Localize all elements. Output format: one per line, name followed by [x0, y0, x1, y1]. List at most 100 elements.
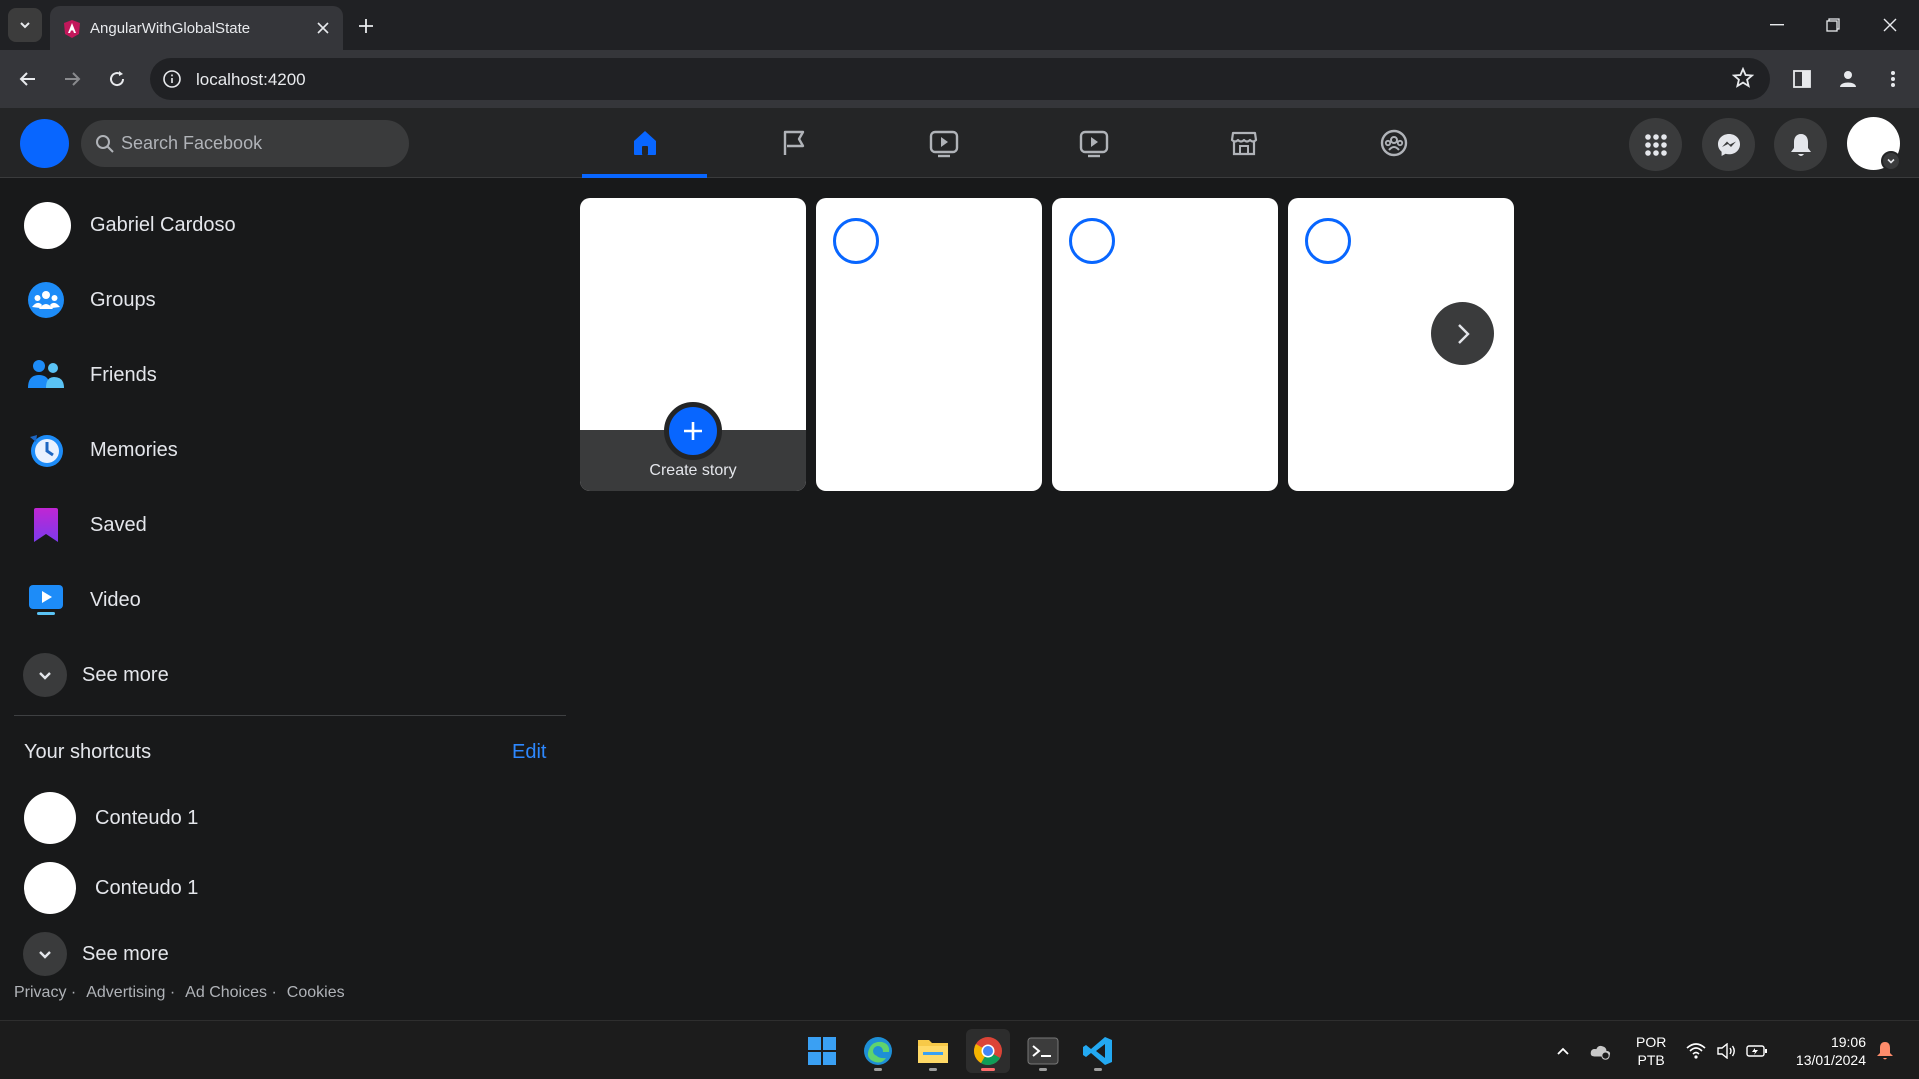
sidebar-item-label: Groups [90, 288, 156, 311]
shortcut-item[interactable]: Conteudo 1 [14, 786, 564, 850]
footer-link-privacy[interactable]: Privacy · [14, 984, 76, 1002]
shortcut-avatar [24, 862, 76, 914]
wifi-icon[interactable] [1685, 1040, 1707, 1062]
bookmark-star-icon[interactable] [1732, 67, 1756, 91]
plus-icon[interactable] [664, 402, 722, 460]
search-box[interactable] [81, 120, 409, 167]
reload-button[interactable] [102, 64, 132, 94]
story-card[interactable] [816, 198, 1042, 491]
home-icon [633, 131, 656, 155]
fb-top-bar [0, 108, 1919, 178]
chevron-down-icon [20, 22, 30, 29]
saved-icon [22, 501, 70, 549]
footer-link-advertising[interactable]: Advertising · [86, 984, 175, 1002]
system-clock[interactable]: 19:06 13/01/2024 [1786, 1033, 1866, 1069]
volume-icon[interactable] [1716, 1040, 1738, 1062]
flag-icon [783, 130, 804, 155]
tab-home[interactable] [582, 108, 707, 178]
browser-tab[interactable]: AngularWithGlobalState [50, 6, 343, 50]
angular-favicon-icon [62, 19, 82, 39]
clock-date: 13/01/2024 [1795, 1052, 1866, 1068]
clock-time: 19:06 [1830, 1034, 1866, 1050]
arrow-right-icon [65, 72, 81, 86]
url-text: localhost:4200 [196, 70, 306, 89]
chevron-down-icon [23, 932, 67, 976]
account-chevron-down-icon[interactable] [1881, 151, 1901, 171]
side-panel-button[interactable] [1787, 64, 1817, 94]
active-tab-indicator [582, 174, 707, 178]
taskbar-file-explorer[interactable] [911, 1029, 955, 1073]
plus-icon [359, 19, 373, 33]
forward-button[interactable] [57, 64, 87, 94]
grid-menu-icon [1644, 133, 1667, 156]
see-more-label: See more [82, 942, 169, 965]
sidebar-item-video[interactable]: Video [14, 568, 564, 632]
reload-icon [110, 71, 125, 87]
address-bar[interactable]: localhost:4200 [150, 58, 1770, 100]
browser-menu-button[interactable] [1878, 64, 1908, 94]
tab-marketplace[interactable] [1181, 108, 1306, 178]
menu-grid-button[interactable] [1629, 118, 1682, 171]
facebook-logo[interactable] [20, 119, 69, 168]
close-tab-icon[interactable] [311, 16, 335, 40]
sidebar-item-label: Video [90, 588, 141, 611]
see-more-label: See more [82, 663, 169, 686]
restore-button[interactable] [1813, 10, 1853, 40]
chevron-down-icon [23, 653, 67, 697]
search-icon [95, 134, 115, 154]
story-avatar-ring [1069, 218, 1115, 264]
avatar [24, 201, 71, 249]
footer-link-cookies[interactable]: Cookies [287, 984, 345, 1002]
tab-video[interactable] [1031, 108, 1156, 178]
tab-watch[interactable] [881, 108, 1006, 178]
onedrive-icon[interactable] [1589, 1040, 1611, 1062]
start-button[interactable] [800, 1029, 844, 1073]
edge-icon [864, 1037, 892, 1065]
sidebar-item-friends[interactable]: Friends [14, 343, 564, 407]
side-panel-icon [1793, 70, 1811, 88]
notification-bell-icon[interactable] [1874, 1040, 1896, 1062]
story-avatar-ring [1305, 218, 1351, 264]
taskbar-edge[interactable] [856, 1029, 900, 1073]
story-card[interactable] [1052, 198, 1278, 491]
sidebar-item-label: Friends [90, 363, 157, 386]
divider [14, 715, 566, 716]
windows-logo-icon [808, 1037, 836, 1065]
input-language[interactable]: POR PTB [1636, 1033, 1666, 1069]
stories-next-button[interactable] [1431, 302, 1494, 365]
new-tab-button[interactable] [352, 12, 380, 40]
groups-icon [22, 276, 70, 324]
shortcuts-see-more-button[interactable]: See more [14, 922, 564, 986]
shortcut-item[interactable]: Conteudo 1 [14, 856, 564, 920]
messenger-button[interactable] [1702, 118, 1755, 171]
tab-pages[interactable] [731, 108, 856, 178]
minimize-button[interactable] [1757, 10, 1797, 40]
edit-shortcuts-link[interactable]: Edit [512, 741, 546, 764]
shortcuts-heading: Your shortcuts [24, 741, 152, 763]
tab-search-button[interactable] [8, 8, 42, 42]
see-more-button[interactable]: See more [14, 643, 564, 707]
kebab-menu-icon [1891, 71, 1895, 87]
create-story-card[interactable]: Create story [580, 198, 806, 491]
battery-icon[interactable] [1746, 1040, 1768, 1062]
footer-link-ad-choices[interactable]: Ad Choices · [185, 984, 277, 1002]
notifications-button[interactable] [1774, 118, 1827, 171]
sidebar-item-groups[interactable]: Groups [14, 268, 564, 332]
profile-button[interactable] [1833, 64, 1863, 94]
left-sidebar: Gabriel Cardoso Groups Friends Memories … [0, 178, 570, 1020]
taskbar-chrome[interactable] [966, 1029, 1010, 1073]
close-window-button[interactable] [1870, 10, 1910, 40]
taskbar-vscode[interactable] [1076, 1029, 1120, 1073]
tab-groups[interactable] [1331, 108, 1456, 178]
sidebar-item-saved[interactable]: Saved [14, 493, 564, 557]
chevron-up-icon[interactable] [1552, 1040, 1574, 1062]
back-button[interactable] [13, 64, 43, 94]
search-input[interactable] [121, 120, 401, 167]
sidebar-item-memories[interactable]: Memories [14, 418, 564, 482]
language-code: POR [1636, 1034, 1667, 1050]
sidebar-item-profile[interactable]: Gabriel Cardoso [14, 193, 564, 257]
marketplace-icon [1230, 131, 1257, 156]
site-info-icon[interactable] [160, 67, 184, 91]
shortcut-label: Conteudo 1 [95, 806, 199, 829]
taskbar-terminal[interactable] [1021, 1029, 1065, 1073]
